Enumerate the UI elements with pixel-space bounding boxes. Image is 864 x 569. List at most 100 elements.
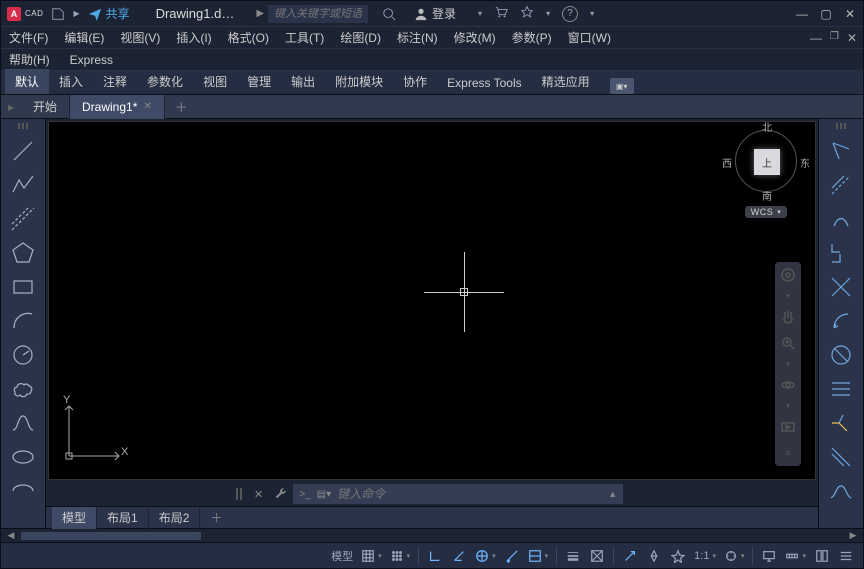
viewcube-south[interactable]: 南 <box>762 188 772 203</box>
nav-zoom-dropdown[interactable]: ▾ <box>779 360 797 368</box>
layout-tab-1[interactable]: 布局1 <box>97 507 149 529</box>
status-scale-button[interactable]: 1:1▾ <box>691 546 719 566</box>
tool-circle[interactable] <box>4 339 42 371</box>
tool-trim[interactable] <box>822 339 860 371</box>
doctab-drawing[interactable]: Drawing1* ✕ <box>70 95 165 119</box>
tool-revcloud[interactable] <box>4 373 42 405</box>
status-otrack-button[interactable] <box>501 546 523 566</box>
nav-wheel-icon[interactable] <box>779 266 797 284</box>
menu-window[interactable]: 窗口(W) <box>568 29 611 46</box>
tool-rectangle[interactable] <box>4 271 42 303</box>
status-ortho-button[interactable] <box>424 546 446 566</box>
nav-zoom-icon[interactable] <box>779 334 797 352</box>
command-expand-icon[interactable]: ▲ <box>608 489 617 499</box>
tool-extend[interactable] <box>822 373 860 405</box>
help-icon[interactable]: ? <box>562 6 578 22</box>
nav-pan-icon[interactable] <box>779 308 797 326</box>
ribbon-tab-featured[interactable]: 精选应用 <box>532 69 600 94</box>
app-store-icon[interactable] <box>520 5 534 22</box>
status-grid-button[interactable]: ▾ <box>358 546 385 566</box>
tool-array[interactable] <box>822 475 860 507</box>
login-dropdown-icon[interactable]: ▾ <box>478 9 482 18</box>
tool-rotate[interactable] <box>822 237 860 269</box>
mdi-close-button[interactable]: ✕ <box>847 31 857 45</box>
tool-offset[interactable] <box>822 441 860 473</box>
ribbon-tab-default[interactable]: 默认 <box>5 69 49 94</box>
wcs-toggle[interactable]: WCS▾ <box>745 206 788 218</box>
tool-fillet[interactable] <box>822 407 860 439</box>
tool-line[interactable] <box>4 135 42 167</box>
doctab-close-icon[interactable]: ✕ <box>143 101 151 112</box>
command-history-icon[interactable]: ▤▾ <box>317 489 331 500</box>
status-isodraft-button[interactable]: ▾ <box>472 546 499 566</box>
menu-parametric[interactable]: 参数(P) <box>512 29 552 46</box>
ribbon-tab-output[interactable]: 输出 <box>281 69 325 94</box>
command-input-box[interactable]: >_ ▤▾ ▲ <box>293 484 623 504</box>
nav-wheel-dropdown[interactable]: ▾ <box>779 292 797 300</box>
doctab-add-button[interactable]: ＋ <box>165 97 198 116</box>
tool-polygon[interactable] <box>4 237 42 269</box>
menu-dimension[interactable]: 标注(N) <box>397 29 438 46</box>
tool-scale[interactable] <box>822 305 860 337</box>
ribbon-tab-addon[interactable]: 附加模块 <box>325 69 393 94</box>
menu-format[interactable]: 格式(O) <box>228 29 269 46</box>
ribbon-tab-express[interactable]: Express Tools <box>437 72 531 94</box>
status-annoscale-button[interactable] <box>643 546 665 566</box>
menu-tools[interactable]: 工具(T) <box>285 29 324 46</box>
status-quickprops-button[interactable] <box>811 546 833 566</box>
tool-ellipse[interactable] <box>4 441 42 473</box>
tool-arc[interactable] <box>4 305 42 337</box>
mdi-minimize-button[interactable]: — <box>810 31 822 45</box>
login-button[interactable]: 登录 <box>414 5 456 22</box>
toolbar-grip[interactable] <box>4 123 42 131</box>
search-icon[interactable] <box>382 7 396 21</box>
tool-xline[interactable] <box>4 203 42 235</box>
doctab-start[interactable]: 开始 <box>21 95 70 119</box>
tool-ellipse-arc[interactable] <box>4 475 42 507</box>
ribbon-tab-collab[interactable]: 协作 <box>393 69 437 94</box>
viewcube-west[interactable]: 西 <box>722 155 732 170</box>
menu-help[interactable]: 帮助(H) <box>9 51 50 68</box>
tool-move[interactable] <box>822 135 860 167</box>
ribbon-tab-parametric[interactable]: 参数化 <box>137 69 193 94</box>
share-button[interactable]: 共享 <box>88 5 130 22</box>
maximize-button[interactable]: ▢ <box>819 7 833 21</box>
search-input[interactable] <box>268 5 368 23</box>
status-customize-button[interactable] <box>835 546 857 566</box>
status-polar-button[interactable] <box>448 546 470 566</box>
view-cube[interactable]: 北 南 西 东 上 WCS▾ <box>731 130 801 218</box>
status-snap-button[interactable]: ▾ <box>387 546 414 566</box>
viewcube-east[interactable]: 东 <box>800 155 810 170</box>
menu-draw[interactable]: 绘图(D) <box>340 29 381 46</box>
menu-view[interactable]: 视图(V) <box>120 29 160 46</box>
status-lineweight-button[interactable] <box>562 546 584 566</box>
ribbon-tab-annotate[interactable]: 注释 <box>93 69 137 94</box>
viewcube-north[interactable]: 北 <box>762 119 772 134</box>
tool-stretch[interactable] <box>822 203 860 235</box>
toolbar-grip-r[interactable] <box>822 123 860 131</box>
cart-icon[interactable] <box>494 5 508 22</box>
status-modelspace[interactable]: 模型 <box>328 546 356 566</box>
nav-showmotion-icon[interactable] <box>779 418 797 436</box>
minimize-button[interactable]: — <box>795 7 809 21</box>
ribbon-panel-toggle[interactable]: ▣▾ <box>610 78 634 94</box>
scroll-left-icon[interactable]: ◀ <box>5 530 17 541</box>
layout-tab-add[interactable]: ＋ <box>200 509 232 526</box>
command-customize-icon[interactable] <box>269 487 293 502</box>
scroll-right-icon[interactable]: ▶ <box>847 530 859 541</box>
nav-orbit-dropdown[interactable]: ▾ <box>779 402 797 410</box>
status-units-button[interactable]: ▾ <box>782 546 809 566</box>
dropdown-icon[interactable]: ▶ <box>73 9 79 18</box>
menu-express[interactable]: Express <box>70 53 113 67</box>
ribbon-tab-view[interactable]: 视图 <box>193 69 237 94</box>
help-dropdown-icon[interactable]: ▾ <box>590 9 594 18</box>
command-grip[interactable] <box>230 488 248 500</box>
nav-orbit-icon[interactable] <box>779 376 797 394</box>
drawing-canvas[interactable]: X Y 北 南 西 东 上 WCS▾ ▾ <box>48 121 816 480</box>
command-close-icon[interactable]: ✕ <box>248 488 269 501</box>
viewcube-face-top[interactable]: 上 <box>754 149 780 175</box>
tool-polyline[interactable] <box>4 169 42 201</box>
doctab-pin-icon[interactable]: ▸ <box>1 100 21 114</box>
status-selection-cycle-button[interactable] <box>619 546 641 566</box>
tool-mirror[interactable] <box>822 271 860 303</box>
